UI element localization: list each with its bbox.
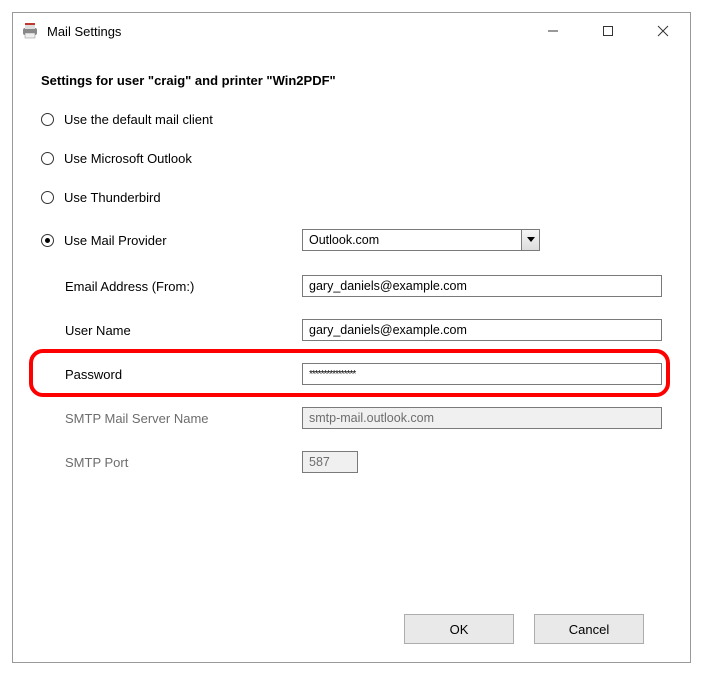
smtp-server-input: smtp-mail.outlook.com (302, 407, 662, 429)
row-smtp-port: SMTP Port 587 (41, 451, 662, 473)
provider-dropdown[interactable]: Outlook.com (302, 229, 540, 251)
radio-label: Use Mail Provider (64, 233, 167, 248)
window-controls (525, 13, 690, 49)
radio-default-mail-client[interactable]: Use the default mail client (41, 112, 662, 127)
row-email-address: Email Address (From:) gary_daniels@examp… (41, 275, 662, 297)
radio-mail-provider-row: Use Mail Provider Outlook.com (41, 229, 662, 251)
password-value: **************** (309, 369, 355, 380)
row-password: Password **************** (41, 363, 662, 385)
username-input[interactable]: gary_daniels@example.com (302, 319, 662, 341)
row-user-name: User Name gary_daniels@example.com (41, 319, 662, 341)
smtp-port-input: 587 (302, 451, 358, 473)
radio-icon (41, 152, 54, 165)
radio-label: Use the default mail client (64, 112, 213, 127)
radio-label: Use Thunderbird (64, 190, 161, 205)
cancel-button[interactable]: Cancel (534, 614, 644, 644)
smtp-server-value: smtp-mail.outlook.com (309, 411, 434, 425)
dialog-window: Mail Settings Settings for user "craig" … (12, 12, 691, 663)
maximize-button[interactable] (580, 13, 635, 49)
titlebar: Mail Settings (13, 13, 690, 49)
close-button[interactable] (635, 13, 690, 49)
smtp-port-value: 587 (309, 455, 330, 469)
username-label: User Name (65, 323, 302, 338)
button-row: OK Cancel (404, 604, 662, 644)
username-value: gary_daniels@example.com (309, 323, 467, 337)
settings-heading: Settings for user "craig" and printer "W… (41, 73, 662, 88)
smtp-port-label: SMTP Port (65, 455, 302, 470)
ok-button[interactable]: OK (404, 614, 514, 644)
email-input[interactable]: gary_daniels@example.com (302, 275, 662, 297)
minimize-button[interactable] (525, 13, 580, 49)
printer-icon (21, 22, 39, 40)
ok-button-label: OK (450, 622, 469, 637)
window-title: Mail Settings (47, 24, 525, 39)
radio-icon (41, 113, 54, 126)
radio-label: Use Microsoft Outlook (64, 151, 192, 166)
chevron-down-icon (521, 230, 539, 250)
email-label: Email Address (From:) (65, 279, 302, 294)
password-label: Password (65, 367, 302, 382)
password-input[interactable]: **************** (302, 363, 662, 385)
radio-icon (41, 191, 54, 204)
email-value: gary_daniels@example.com (309, 279, 467, 293)
dialog-content: Settings for user "craig" and printer "W… (13, 49, 690, 662)
radio-mail-provider[interactable]: Use Mail Provider (41, 233, 302, 248)
cancel-button-label: Cancel (569, 622, 609, 637)
radio-icon (41, 234, 54, 247)
row-smtp-server: SMTP Mail Server Name smtp-mail.outlook.… (41, 407, 662, 429)
provider-dropdown-value: Outlook.com (303, 233, 521, 247)
radio-microsoft-outlook[interactable]: Use Microsoft Outlook (41, 151, 662, 166)
radio-thunderbird[interactable]: Use Thunderbird (41, 190, 662, 205)
smtp-server-label: SMTP Mail Server Name (65, 411, 302, 426)
